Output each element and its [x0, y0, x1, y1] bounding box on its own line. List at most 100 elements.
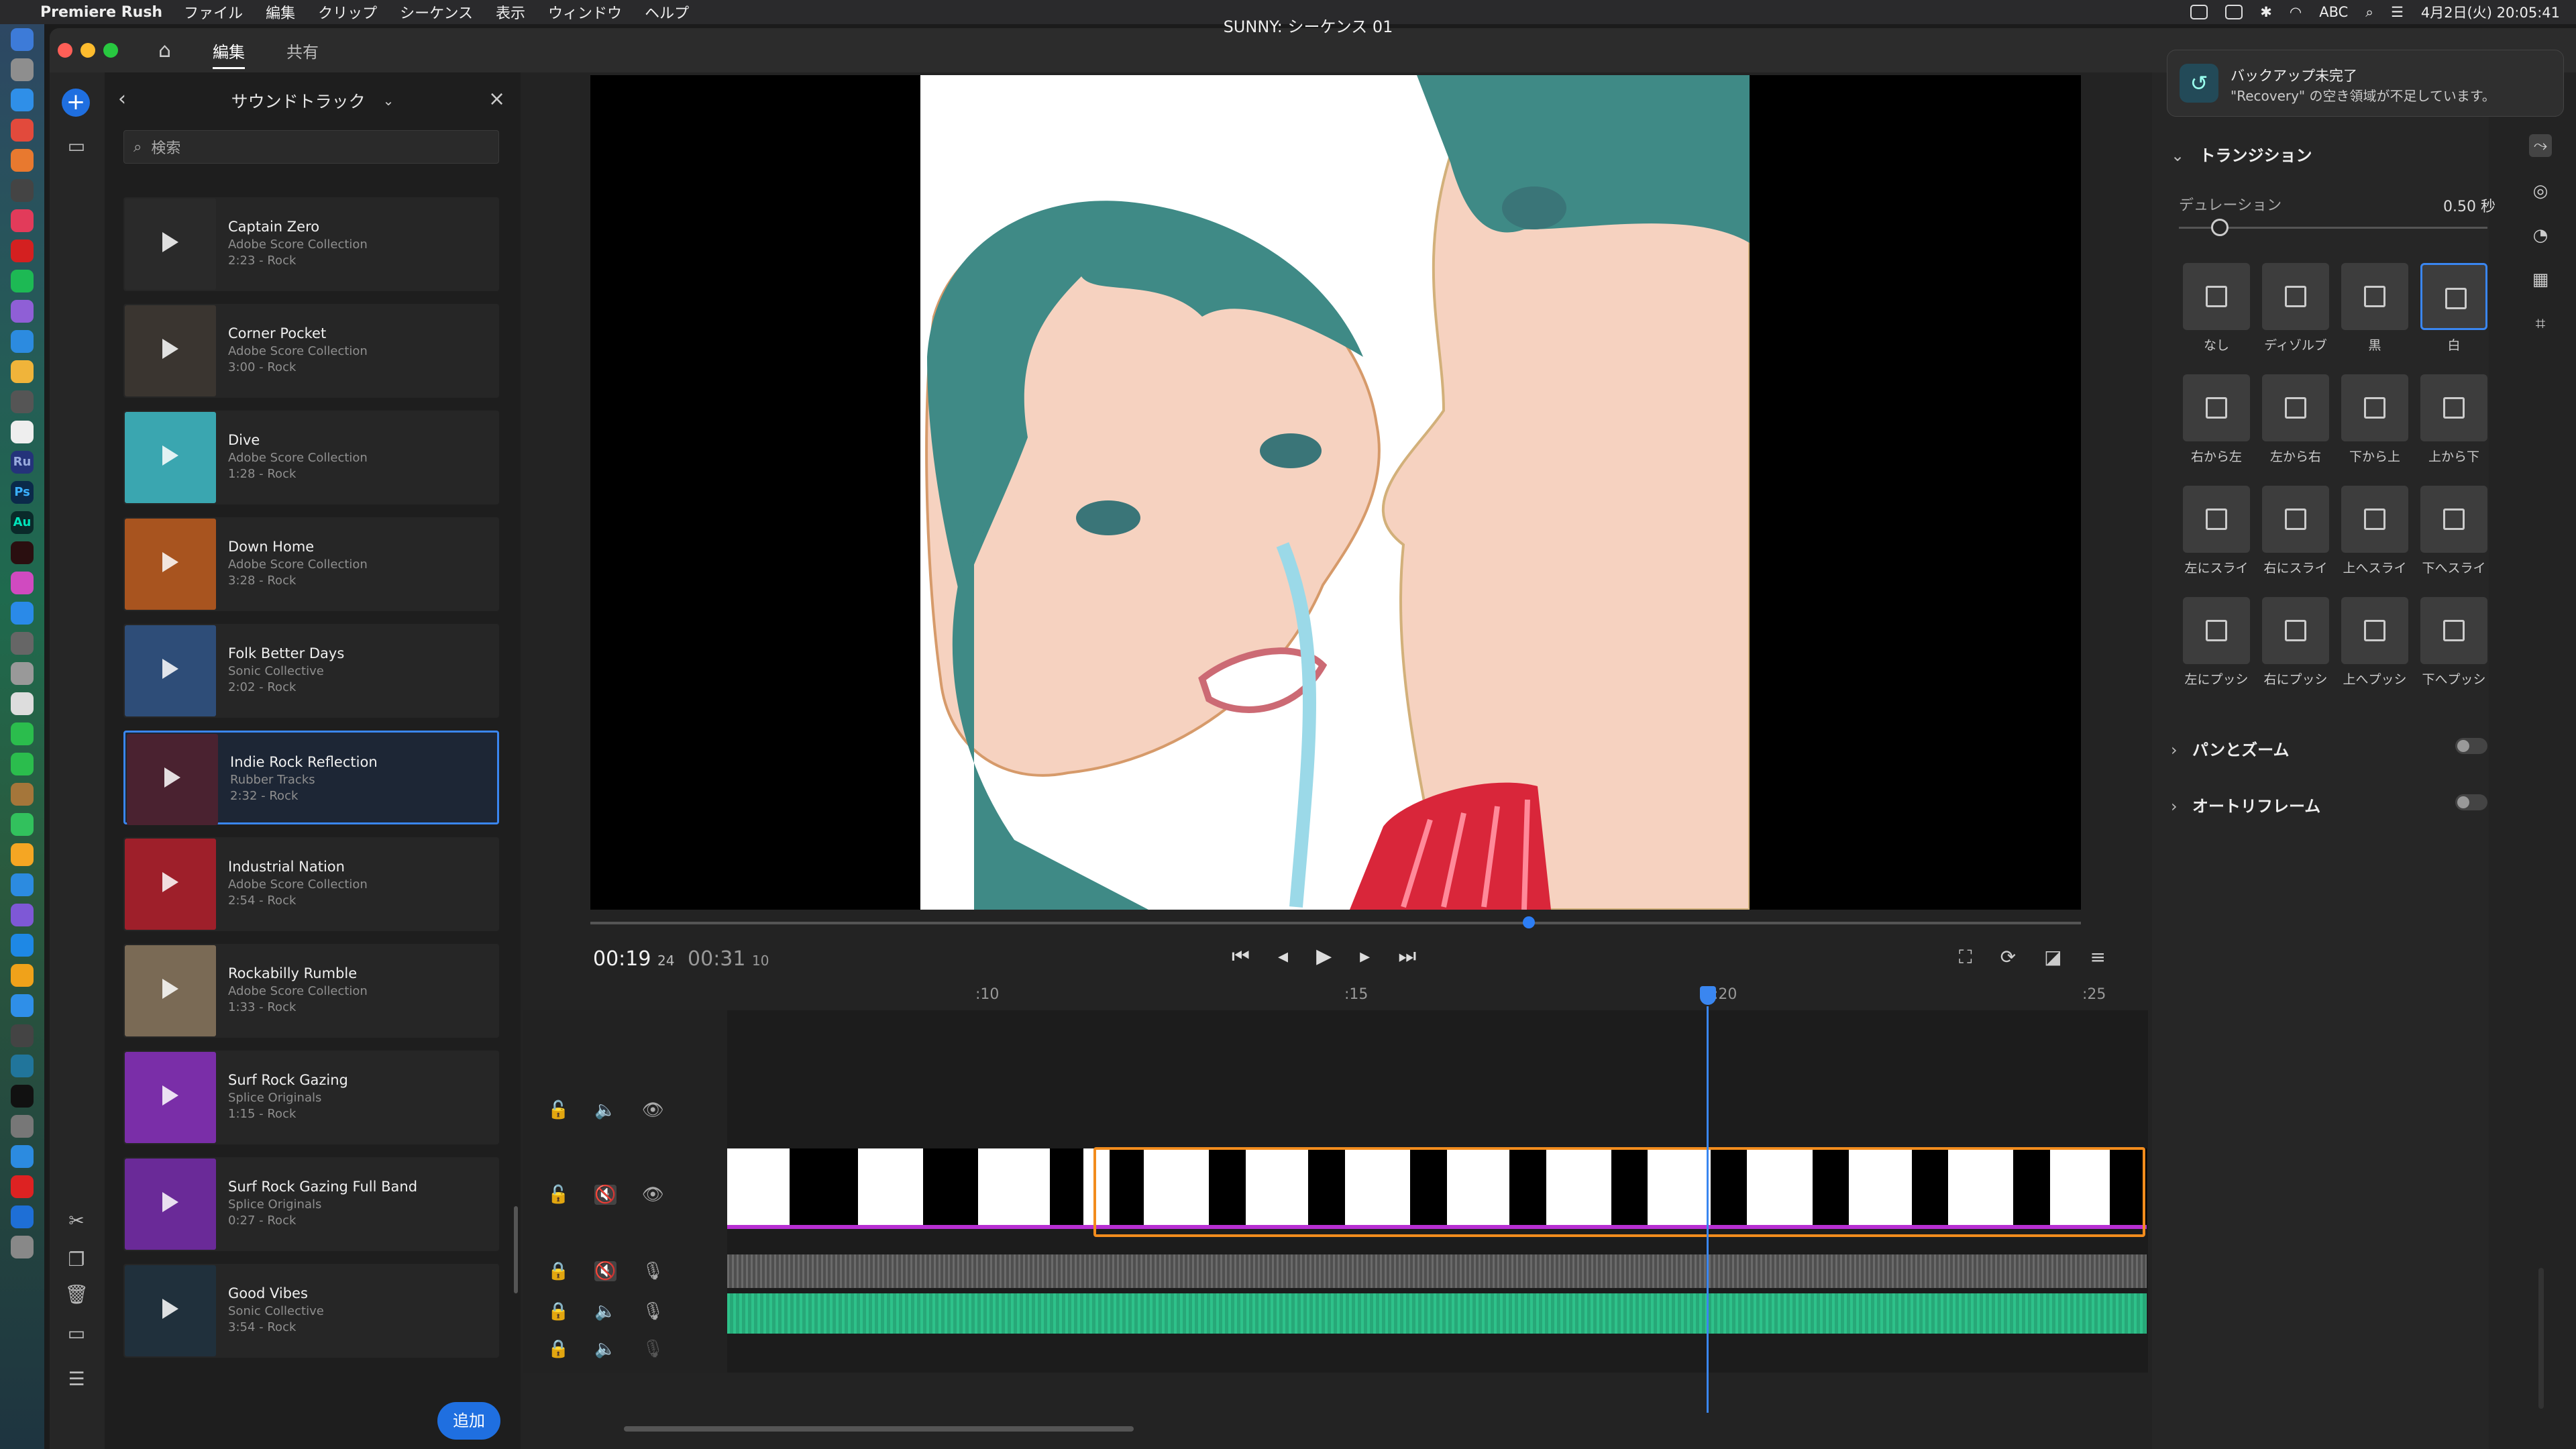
soundtrack-item[interactable]: Corner Pocket Adobe Score Collection 3:00 …: [123, 304, 499, 398]
autoreframe-header[interactable]: › オートリフレーム: [2171, 793, 2320, 816]
scrubber-track[interactable]: [590, 922, 2081, 924]
duration-slider-knob[interactable]: [2211, 219, 2229, 236]
transition-button[interactable]: [2341, 486, 2408, 553]
video-clip-frame[interactable]: [727, 1148, 790, 1229]
app-icon[interactable]: [11, 783, 34, 806]
transition-button[interactable]: [2420, 486, 2487, 553]
loop-icon[interactable]: ⟳: [2000, 946, 2016, 969]
aspect-icon[interactable]: ◪: [2044, 946, 2061, 969]
soundtrack-item[interactable]: Captain Zero Adobe Score Collection 2:23 -…: [123, 197, 499, 291]
numbers-icon[interactable]: [11, 813, 34, 836]
finder-icon[interactable]: [11, 28, 34, 51]
lock-icon[interactable]: 🔒: [547, 1339, 569, 1359]
step-forward-icon[interactable]: ▸: [1360, 945, 1370, 968]
menu-help[interactable]: ヘルプ: [645, 1, 689, 23]
menu-edit[interactable]: 編集: [266, 1, 295, 23]
trash-icon[interactable]: [11, 1236, 34, 1258]
play-icon[interactable]: ▶: [1316, 945, 1332, 968]
properties-scrollbar[interactable]: [2538, 1268, 2544, 1409]
messages-icon[interactable]: [11, 722, 34, 745]
mic-icon[interactable]: 🎙: [642, 1261, 664, 1281]
step-back-icon[interactable]: ◂: [1278, 945, 1288, 968]
autoreframe-toggle[interactable]: [2455, 794, 2487, 810]
play-icon[interactable]: [162, 979, 178, 999]
soundtrack-item[interactable]: Indie Rock Reflection Rubber Tracks 2:32 -…: [123, 731, 499, 825]
music-icon[interactable]: [11, 209, 34, 232]
duration-value[interactable]: 0.50 秒: [2443, 195, 2496, 216]
track-thumbnail[interactable]: [125, 305, 216, 396]
soundtrack-item[interactable]: Surf Rock Gazing Full Band Splice Origina…: [123, 1157, 499, 1251]
tab-share[interactable]: 共有: [286, 39, 319, 62]
menu-sequence[interactable]: シーケンス: [400, 1, 473, 23]
app-icon[interactable]: [11, 994, 34, 1017]
video-clip-frame[interactable]: [977, 1148, 1050, 1229]
add-media-button[interactable]: +: [62, 89, 90, 117]
app-icon[interactable]: [11, 662, 34, 685]
app-icon[interactable]: [11, 1115, 34, 1138]
close-window-icon[interactable]: [58, 43, 72, 58]
track-thumbnail[interactable]: [127, 734, 218, 825]
lock-icon[interactable]: 🔒: [547, 1261, 569, 1281]
creative-cloud-icon[interactable]: [2190, 5, 2208, 19]
acrobat-icon[interactable]: [11, 541, 34, 564]
minimize-window-icon[interactable]: [80, 43, 95, 58]
playhead[interactable]: [1707, 1006, 1709, 1413]
wordpress-icon[interactable]: [11, 1055, 34, 1077]
search-icon[interactable]: ⌕: [2365, 4, 2373, 21]
track-thumbnail[interactable]: [125, 839, 216, 930]
track-thumbnail[interactable]: [125, 412, 216, 503]
delete-icon[interactable]: 🗑: [64, 1283, 89, 1307]
app-icon[interactable]: [11, 873, 34, 896]
transition-button[interactable]: [2183, 486, 2250, 553]
back-icon[interactable]: ‹: [118, 87, 126, 111]
app-icon[interactable]: [11, 692, 34, 715]
soundtrack-item[interactable]: Rockabilly Rumble Adobe Score Collection 1…: [123, 944, 499, 1038]
play-icon[interactable]: [162, 659, 178, 679]
calendar-icon[interactable]: [11, 421, 34, 443]
track-thumbnail[interactable]: [125, 945, 216, 1036]
play-icon[interactable]: [162, 445, 178, 466]
transition-button[interactable]: [2183, 597, 2250, 664]
launchpad-icon[interactable]: [11, 58, 34, 81]
app-icon[interactable]: [11, 179, 34, 202]
eye-icon[interactable]: 👁: [642, 1100, 664, 1120]
app-icon[interactable]: [11, 572, 34, 594]
track-thumbnail[interactable]: [125, 1052, 216, 1143]
backup-notification[interactable]: ↺ バックアップ未完了 "Recovery" の空き領域が不足しています。: [2167, 50, 2564, 117]
app-menu[interactable]: Premiere Rush: [40, 4, 162, 21]
panel-scrollbar[interactable]: [514, 1206, 518, 1293]
play-icon[interactable]: [162, 552, 178, 572]
video-preview[interactable]: [590, 75, 2081, 910]
transition-tool-icon[interactable]: ⤳: [2529, 134, 2552, 157]
firefox-icon[interactable]: [11, 149, 34, 172]
safari-icon[interactable]: [11, 89, 34, 111]
photos-icon[interactable]: [11, 360, 34, 383]
track-thumbnail[interactable]: [125, 1159, 216, 1250]
spotify-icon[interactable]: [11, 270, 34, 292]
duplicate-icon[interactable]: ❐: [64, 1248, 89, 1272]
input-mode[interactable]: ABC: [2319, 4, 2348, 20]
mute-icon[interactable]: 🔇: [594, 1261, 616, 1281]
search-input[interactable]: ⌕ 検索: [123, 130, 499, 164]
video-clip-frame[interactable]: [1049, 1148, 1084, 1229]
soundtrack-item[interactable]: Good Vibes Sonic Collective 3:54 - Rock: [123, 1264, 499, 1358]
split-scissors-icon[interactable]: ✂: [64, 1209, 89, 1233]
tab-edit[interactable]: 編集: [213, 39, 246, 69]
youtube-icon[interactable]: [11, 239, 34, 262]
eye-icon[interactable]: 👁: [642, 1185, 664, 1205]
video-clip-frame[interactable]: [857, 1148, 923, 1229]
mute-icon[interactable]: 🔇: [594, 1185, 616, 1205]
chevron-down-icon[interactable]: ⌄: [383, 93, 394, 109]
mic-icon[interactable]: 🎙: [642, 1301, 664, 1322]
play-icon[interactable]: [162, 872, 178, 892]
app-icon[interactable]: [11, 964, 34, 987]
timeline-ruler[interactable]: :10 :15 :20 :25: [727, 986, 2148, 1009]
transition-button[interactable]: [2420, 263, 2487, 330]
close-icon[interactable]: ×: [488, 87, 505, 111]
transition-button[interactable]: [2420, 374, 2487, 441]
clock[interactable]: 4月2日(火) 20:05:41: [2421, 2, 2560, 22]
app-icon[interactable]: [11, 1175, 34, 1198]
appstore-icon[interactable]: [11, 602, 34, 625]
play-icon[interactable]: [162, 339, 178, 359]
track-thumbnail[interactable]: [125, 199, 216, 290]
